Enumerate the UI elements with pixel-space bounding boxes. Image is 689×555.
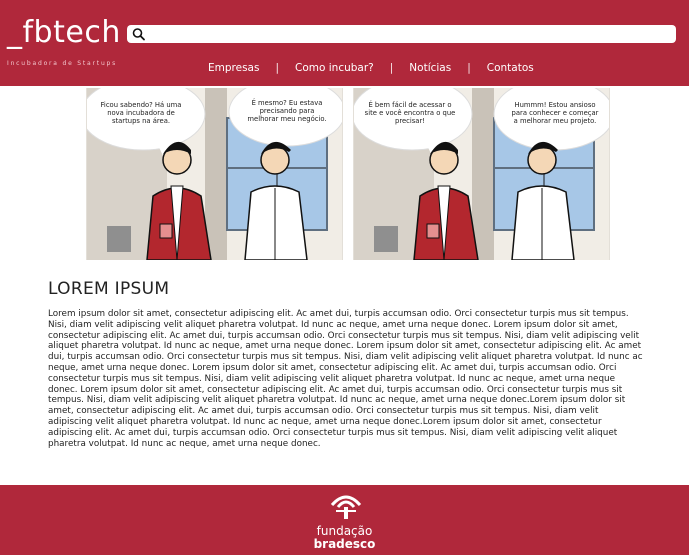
site-header: _fbtech Incubadora de Startups Empresas … — [0, 0, 689, 86]
site-tagline: Incubadora de Startups — [7, 60, 118, 67]
article-title: LOREM IPSUM — [48, 279, 170, 299]
nav-item-noticias[interactable]: Notícias — [409, 62, 451, 74]
comic-strip: Ficou sabendo? Há uma nova incubadora de… — [86, 88, 610, 260]
footer-brand-line1: fundação — [316, 524, 373, 538]
search-input[interactable] — [127, 25, 676, 43]
nav-separator: | — [275, 62, 279, 74]
nav-item-como-incubar[interactable]: Como incubar? — [295, 62, 374, 74]
nav-separator: | — [389, 62, 394, 74]
article-body: Lorem ipsum dolor sit amet, consectetur … — [48, 309, 643, 449]
comic-bubble-left-2: É bem fácil de acessar o site e você enc… — [364, 101, 456, 126]
comic-bubble-left-1: Ficou sabendo? Há uma nova incubadora de… — [100, 101, 182, 126]
comic-panel-1: Ficou sabendo? Há uma nova incubadora de… — [86, 88, 343, 260]
comic-panel-2: É bem fácil de acessar o site e você enc… — [353, 88, 610, 260]
nav-item-empresas[interactable]: Empresas — [208, 62, 259, 74]
nav-item-contatos[interactable]: Contatos — [487, 62, 534, 74]
comic-bubble-right-1: É mesmo? Eu estava precisando para melho… — [247, 99, 327, 124]
fundacao-bradesco-logo-icon[interactable] — [316, 491, 376, 521]
search-icon[interactable] — [131, 26, 147, 42]
comic-bubble-right-2: Hummm! Estou ansioso para conhecer e com… — [511, 101, 599, 126]
site-logo[interactable]: _fbtech — [7, 15, 121, 51]
main-nav: Empresas | Como incubar? | Notícias | Co… — [208, 61, 534, 75]
site-footer: fundação bradesco — [0, 485, 689, 555]
nav-separator: | — [467, 62, 471, 74]
footer-brand-line2: bradesco — [313, 537, 376, 551]
